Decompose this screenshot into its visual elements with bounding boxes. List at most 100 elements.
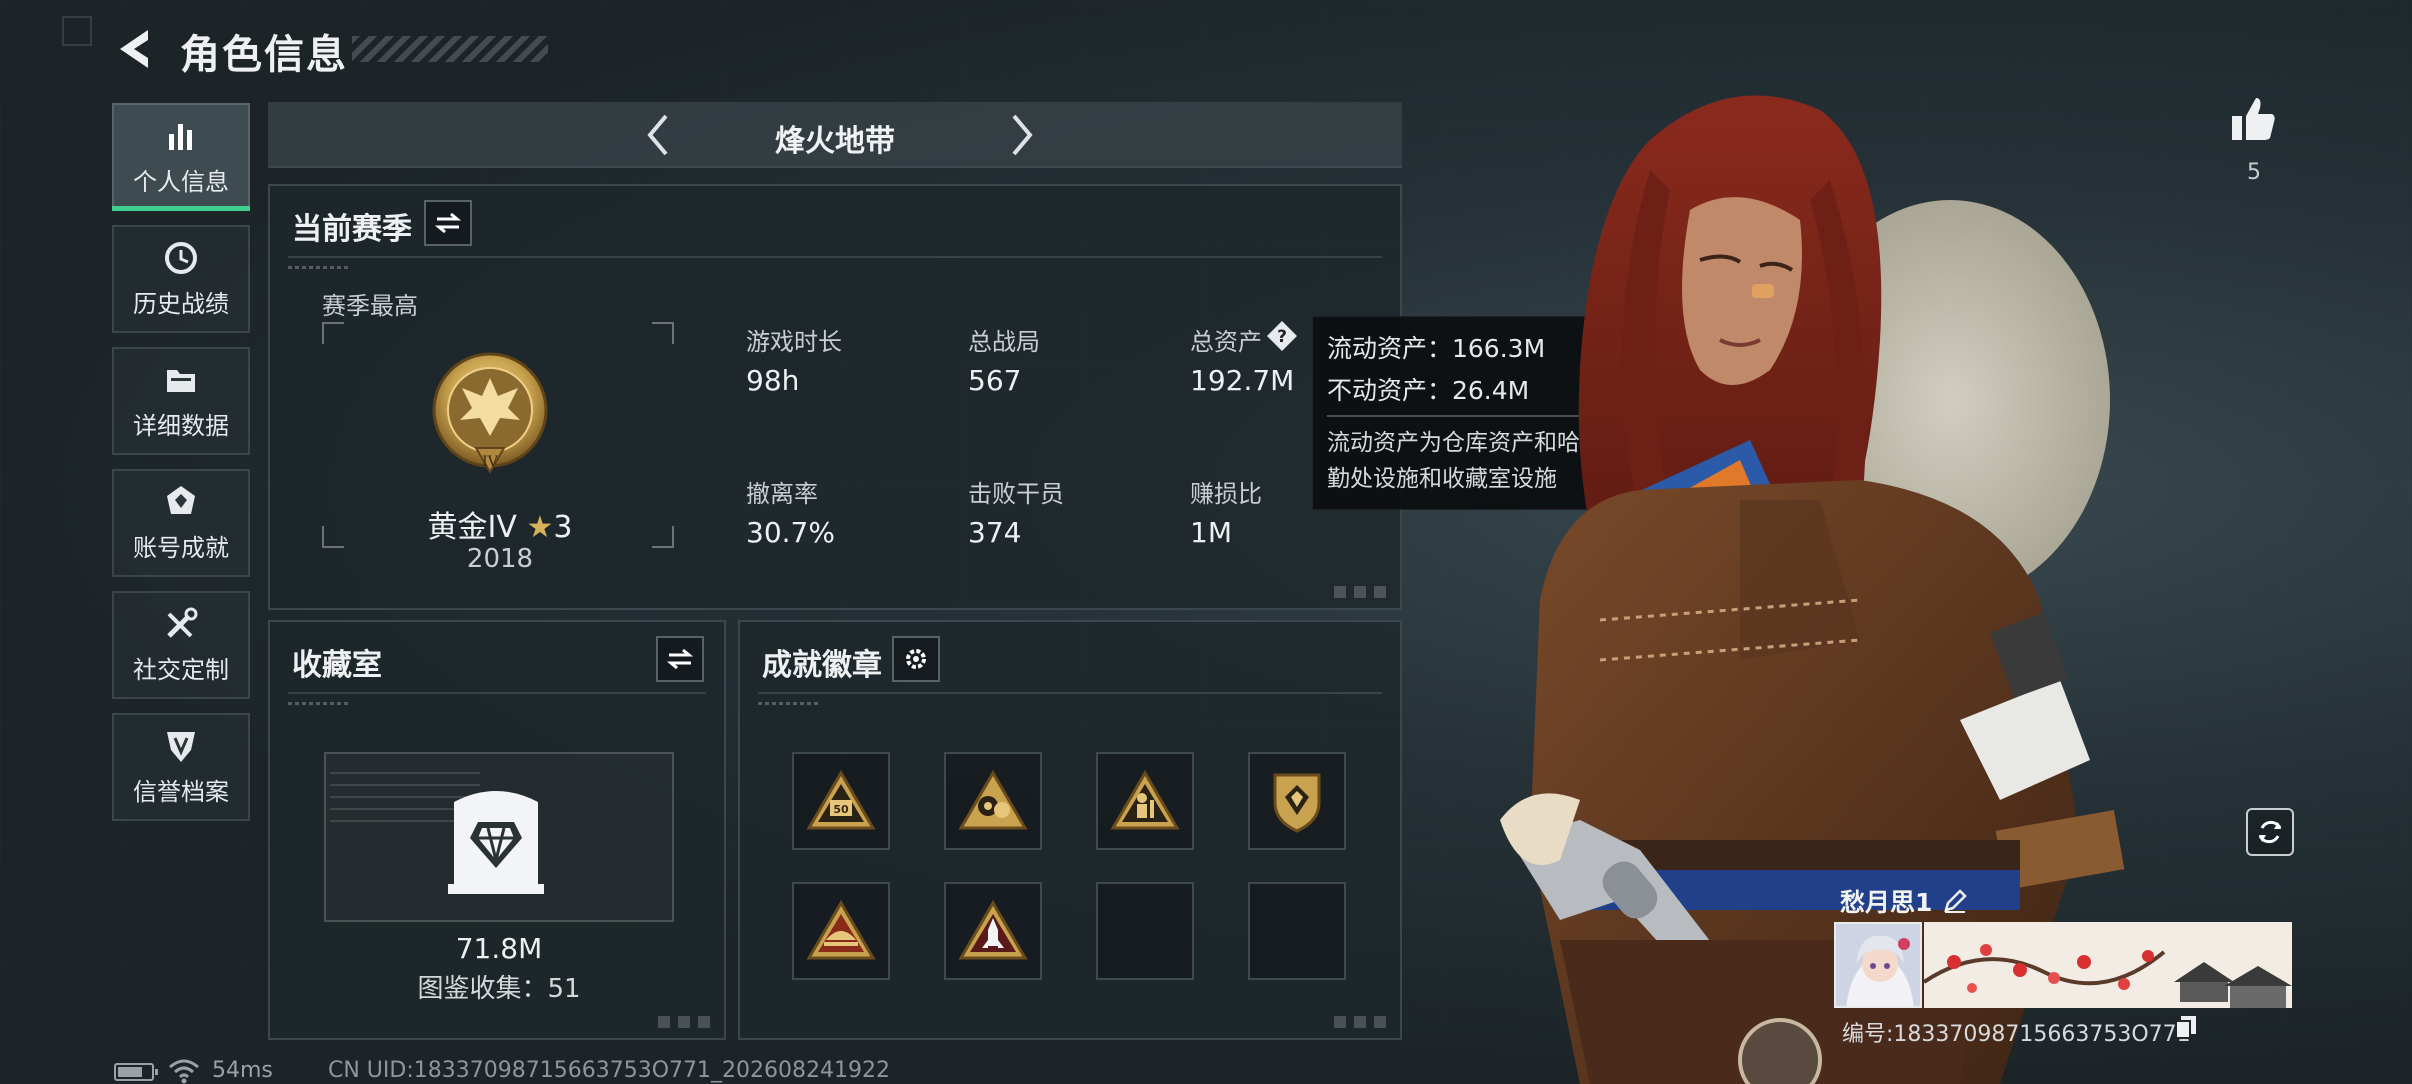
svg-text:IV: IV	[482, 454, 499, 470]
stat-label: 撤离率	[746, 480, 818, 508]
sidebar-item-label: 个人信息	[133, 167, 229, 196]
stat-value: 374	[968, 516, 1022, 549]
badge-slot[interactable]: 50	[792, 752, 890, 850]
vault-gem-icon	[448, 780, 544, 896]
badge-settings-button[interactable]	[892, 636, 940, 682]
star-icon: ★	[526, 510, 554, 545]
rank-emblem-icon: IV	[420, 348, 560, 484]
sidebar-item-label: 信誉档案	[133, 777, 229, 806]
sidebar-item-profile[interactable]: 个人信息	[112, 103, 250, 211]
vault-value: 71.8M	[455, 932, 543, 965]
season-switch-button[interactable]	[424, 200, 472, 246]
mode-selector: 烽火地带	[268, 102, 1402, 168]
badge-rocket-triangle-icon	[958, 900, 1028, 960]
stat-label: 总资产	[1190, 328, 1262, 356]
stat-value: 98h	[746, 364, 800, 397]
stat-label: 总战局	[968, 328, 1040, 356]
panel-divider	[288, 256, 1382, 258]
badge-gear-triangle-icon	[958, 770, 1028, 830]
copy-id-button[interactable]	[2174, 1014, 2198, 1040]
badge-shield-gem-icon	[1273, 773, 1321, 833]
badge-slot[interactable]	[792, 882, 890, 980]
badge-soldier-triangle-icon	[1110, 770, 1180, 830]
sidebar-item-details[interactable]: 详细数据	[112, 347, 250, 455]
tools-icon	[161, 606, 201, 642]
panel-divider	[758, 692, 1382, 694]
panel-dots-decoration	[758, 702, 818, 705]
copy-icon	[2175, 1016, 2196, 1039]
svg-text:?: ?	[1277, 327, 1287, 347]
profile-banner[interactable]	[1924, 922, 2292, 1008]
sidebar-item-label: 详细数据	[133, 411, 229, 440]
mode-label: 烽火地带	[775, 124, 895, 159]
sidebar-item-label: 账号成就	[133, 533, 229, 562]
corner-decoration	[1334, 1016, 1390, 1028]
achievement-icon	[161, 484, 201, 520]
panel-dots-decoration	[288, 702, 348, 705]
mode-next-button[interactable]	[996, 110, 1046, 160]
badges-title: 成就徽章	[762, 648, 882, 683]
stat-value: 192.7M	[1190, 364, 1295, 397]
season-best-label: 赛季最高	[322, 292, 418, 320]
rotate-icon	[2258, 820, 2282, 844]
player-name: 愁月思1	[1840, 888, 1933, 917]
rank-score: 2018	[466, 544, 534, 574]
asset-help-icon[interactable]: ?	[1266, 320, 1298, 352]
account-uid: CN UID:18337098715663753O771_20260824192…	[328, 1058, 890, 1083]
avatar[interactable]	[1834, 922, 1922, 1008]
player-name-row: 愁月思1	[1840, 884, 1968, 918]
vault-switch-button[interactable]	[656, 636, 704, 682]
rank-name: 黄金IV	[427, 510, 517, 545]
ping-latency: 54ms	[212, 1058, 273, 1083]
vault-title: 收藏室	[292, 648, 382, 683]
page-title: 角色信息	[180, 32, 348, 78]
edit-name-button[interactable]	[1942, 888, 1968, 914]
frame-corner	[322, 322, 344, 344]
badge-slot[interactable]	[1096, 752, 1194, 850]
frame-corner	[652, 322, 674, 344]
player-id: 编号:18337098715663753O771	[1842, 1022, 2191, 1047]
swap-icon	[666, 648, 694, 670]
swap-icon	[434, 212, 462, 234]
wifi-icon	[168, 1058, 200, 1084]
gear-icon	[906, 649, 926, 669]
panel-divider	[288, 692, 706, 694]
sidebar: 个人信息 历史战绩 详细数据 账号成就 社交定制 信誉档案	[112, 103, 250, 835]
badge-slot-empty[interactable]	[1096, 882, 1194, 980]
stat-value: 1M	[1190, 516, 1232, 549]
rotate-model-button[interactable]	[2246, 808, 2294, 856]
history-clock-icon	[161, 240, 201, 276]
vault-panel[interactable]: 收藏室 71.8M 图鉴收集：51	[268, 620, 726, 1040]
badge-50-triangle-icon: 50	[806, 770, 876, 830]
back-button[interactable]	[112, 24, 158, 74]
badge-slot[interactable]	[944, 752, 1042, 850]
badge-ship-triangle-icon	[806, 900, 876, 960]
like-button[interactable]	[2228, 94, 2280, 146]
sidebar-item-reputation[interactable]: 信誉档案	[112, 713, 250, 821]
panel-dots-decoration	[288, 266, 348, 269]
sidebar-item-label: 社交定制	[133, 655, 229, 684]
svg-text:50: 50	[833, 803, 849, 816]
sidebar-item-achievements[interactable]: 账号成就	[112, 469, 250, 577]
sidebar-item-label: 历史战绩	[133, 289, 229, 318]
badges-panel: 成就徽章 50	[738, 620, 1402, 1040]
badge-slot[interactable]	[1248, 752, 1346, 850]
pencil-icon	[1944, 889, 1968, 913]
season-panel: 当前赛季 赛季最高 IV 黄金IV ★3 2018 游戏时长 98h 总战局 5…	[268, 184, 1402, 610]
stat-label: 游戏时长	[746, 328, 842, 356]
like-count: 5	[2247, 160, 2261, 185]
rank-name-row: 黄金IV ★3	[270, 502, 730, 546]
thumbs-up-icon	[2232, 98, 2275, 140]
stat-value: 567	[968, 364, 1022, 397]
shield-badge-icon	[161, 728, 201, 764]
stat-value: 30.7%	[746, 516, 835, 549]
sidebar-item-social[interactable]: 社交定制	[112, 591, 250, 699]
badge-slot[interactable]	[944, 882, 1042, 980]
badge-slot-empty[interactable]	[1248, 882, 1346, 980]
battery-icon	[114, 1063, 158, 1081]
rank-stars: 3	[553, 510, 573, 545]
stat-label: 赚损比	[1190, 480, 1262, 508]
folder-icon	[161, 362, 201, 398]
corner-decoration	[1334, 586, 1390, 598]
sidebar-item-history[interactable]: 历史战绩	[112, 225, 250, 333]
